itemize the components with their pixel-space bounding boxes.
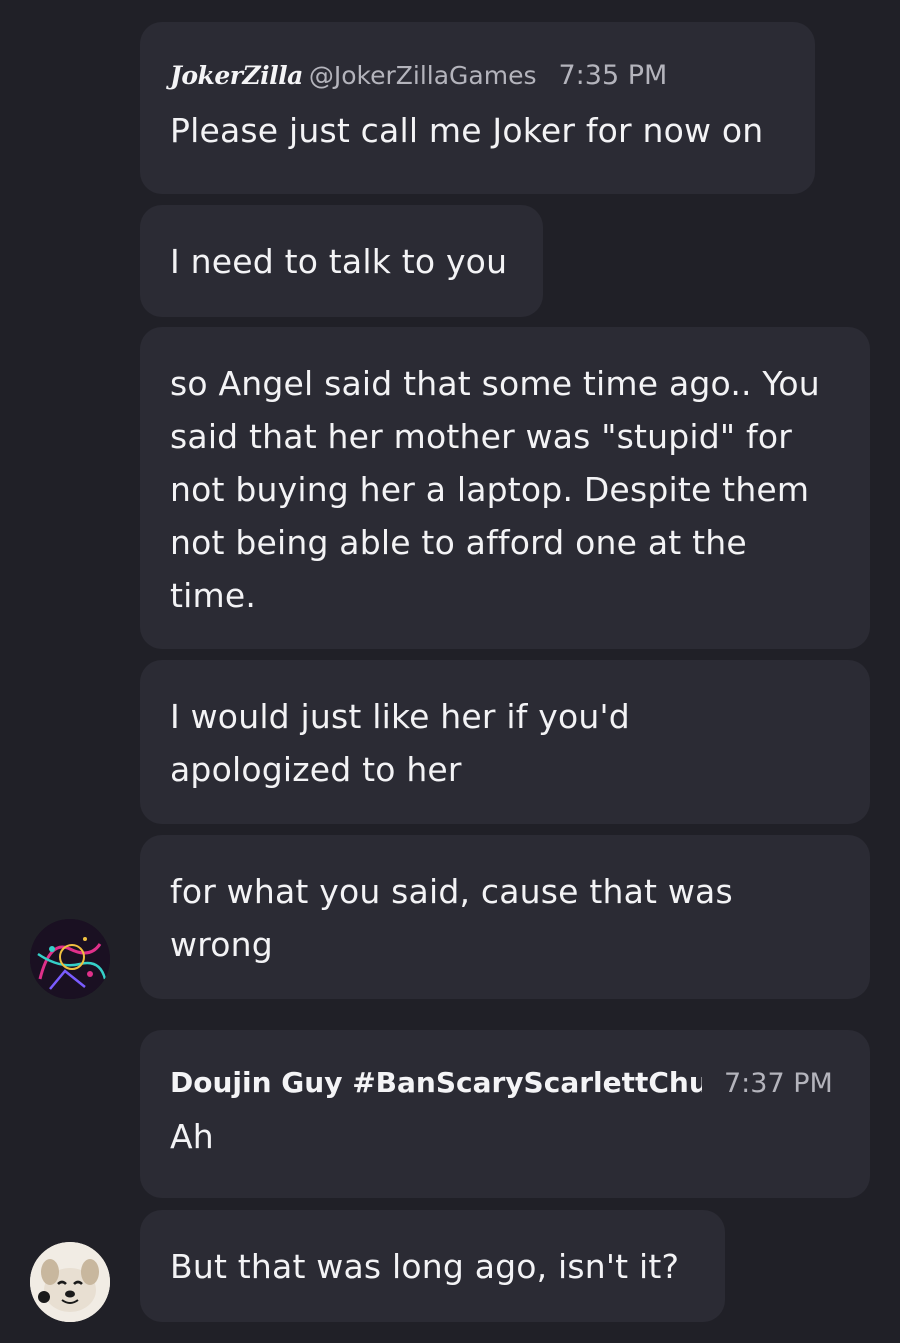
message-bubble[interactable]: for what you said, cause that was wrong (140, 835, 870, 999)
message-text: for what you said, cause that was wrong (170, 872, 733, 964)
user-avatar[interactable] (30, 919, 110, 999)
message-timestamp: 7:37 PM (724, 1068, 833, 1099)
message-text: Please just call me Joker for now on (170, 111, 764, 150)
dog-avatar-icon (30, 1242, 110, 1322)
neon-art-avatar-icon (30, 919, 110, 999)
message-text: I need to talk to you (170, 242, 508, 281)
message-bubble[interactable]: But that was long ago, isn't it? (140, 1210, 725, 1322)
user-avatar[interactable] (30, 1242, 110, 1322)
message-bubble[interactable]: I need to talk to you (140, 205, 543, 317)
message-header: JokerZilla @JokerZillaGames 7:35 PM (170, 60, 785, 96)
message-header: Doujin Guy #BanScaryScarlettChu 7:37 PM (170, 1066, 840, 1104)
message-text: Ah (170, 1117, 214, 1156)
message-text: I would just like her if you'd apologize… (170, 697, 630, 789)
message-bubble[interactable]: I would just like her if you'd apologize… (140, 660, 870, 824)
message-text: But that was long ago, isn't it? (170, 1247, 680, 1286)
sender-name[interactable]: JokerZilla (170, 61, 303, 90)
message-timestamp: 7:35 PM (558, 60, 668, 91)
sender-name[interactable]: Doujin Guy #BanScaryScarlettChu (170, 1066, 702, 1099)
message-bubble[interactable]: Doujin Guy #BanScaryScarlettChu 7:37 PM … (140, 1030, 870, 1198)
message-bubble[interactable]: JokerZilla @JokerZillaGames 7:35 PM Plea… (140, 22, 815, 194)
sender-handle[interactable]: @JokerZillaGames (309, 61, 537, 90)
message-text: so Angel said that some time ago.. You s… (170, 364, 820, 615)
message-bubble[interactable]: so Angel said that some time ago.. You s… (140, 327, 870, 649)
